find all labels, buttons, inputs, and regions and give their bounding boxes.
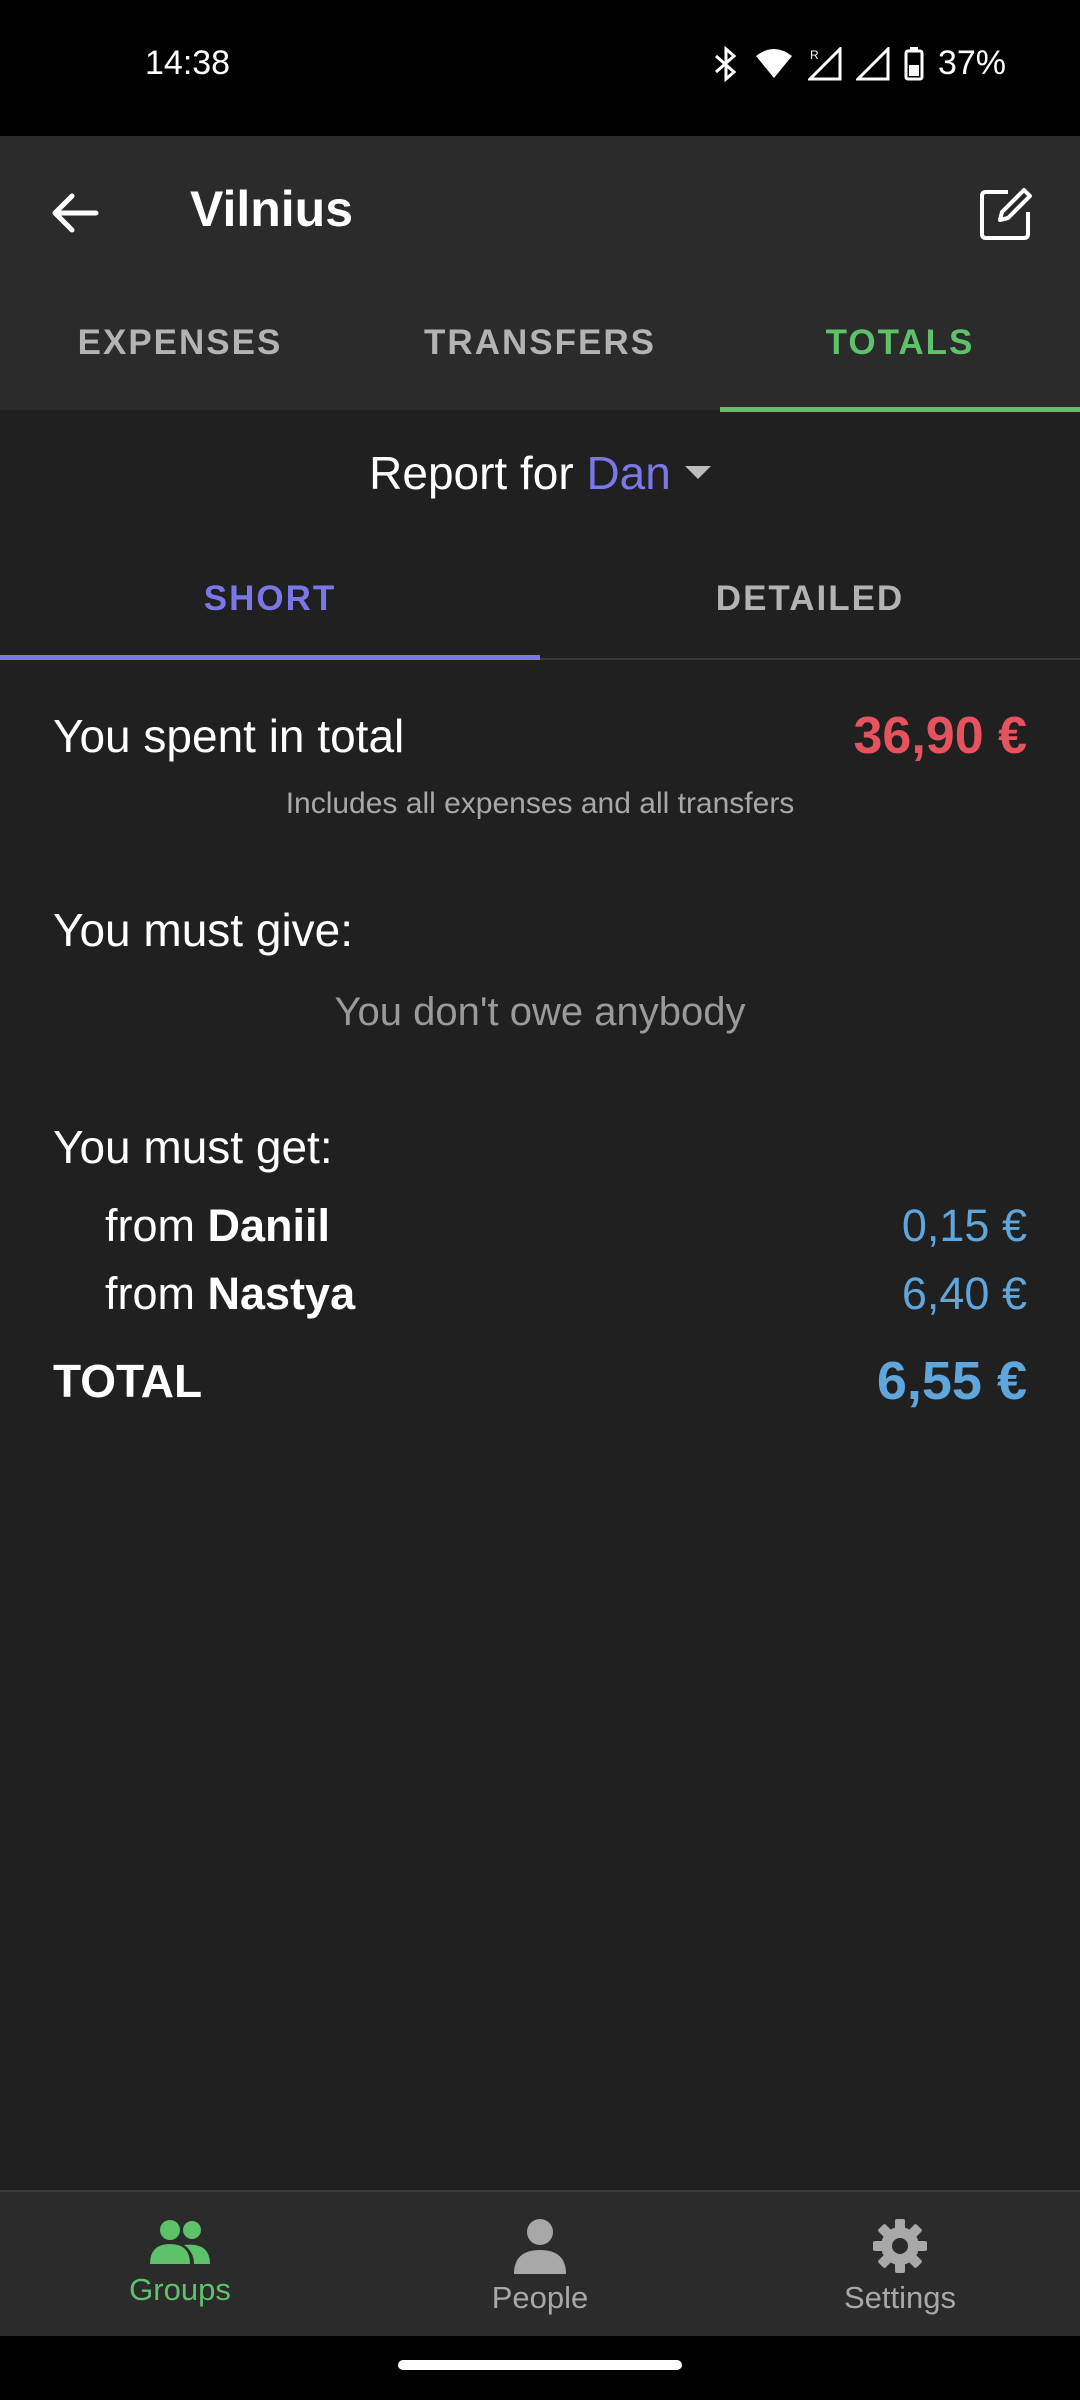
home-gesture-handle[interactable] (398, 2360, 682, 2370)
edit-button[interactable] (968, 176, 1044, 252)
nav-settings-label: Settings (843, 2280, 956, 2315)
tab-expenses[interactable]: EXPENSES (0, 274, 360, 412)
status-bar: 14:38 R 37% (0, 0, 1080, 136)
debtor-name: Daniil (207, 1200, 331, 1251)
debtor-prefix: from (105, 1268, 195, 1319)
gear-icon (873, 2219, 927, 2273)
debt-amount: 6,40 € (901, 1268, 1027, 1319)
tab-totals[interactable]: TOTALS (720, 274, 1080, 412)
debtor-name: Nastya (207, 1268, 356, 1319)
debt-row: from Daniil 0,15 € (105, 1200, 1027, 1252)
status-icons: R 37% (712, 44, 1006, 83)
total-value: 6,55 € (876, 1351, 1027, 1411)
person-icon (514, 2219, 566, 2274)
signal-roaming-icon: R (807, 46, 842, 81)
nav-groups[interactable]: Groups (0, 2192, 360, 2338)
spent-hint: Includes all expenses and all transfers (285, 787, 795, 820)
page-title: Vilnius (190, 181, 354, 237)
nav-people-label: People (491, 2280, 589, 2315)
total-row: TOTAL 6,55 € (53, 1350, 1027, 1412)
debtor: from Daniil (105, 1200, 330, 1252)
gesture-bar (0, 2336, 1080, 2400)
get-title: You must get: (53, 1121, 333, 1173)
nav-groups-label: Groups (129, 2272, 231, 2307)
give-empty-note: You don't owe anybody (334, 990, 746, 1034)
nav-settings[interactable]: Settings (720, 2192, 1080, 2338)
arrow-left-icon (52, 193, 99, 233)
report-person: Dan (586, 447, 671, 499)
signal-icon (855, 46, 890, 81)
debt-amount: 0,15 € (901, 1200, 1027, 1251)
total-label: TOTAL (53, 1355, 203, 1407)
bottom-nav: Groups People Settings (0, 2190, 1080, 2338)
debtor: from Nastya (105, 1268, 355, 1320)
spent-value: 36,90 € (853, 707, 1028, 765)
debtor-prefix: from (105, 1200, 195, 1251)
dropdown-caret-icon (684, 466, 711, 480)
tab-transfers[interactable]: TRANSFERS (360, 274, 720, 412)
give-title: You must give: (53, 904, 354, 956)
back-button[interactable] (40, 178, 110, 248)
groups-icon (150, 2220, 210, 2264)
report-mode-tabs: SHORT DETAILED (0, 540, 1080, 660)
wifi-icon (754, 48, 794, 80)
spent-row: You spent in total 36,90 € (53, 706, 1027, 766)
report-prefix: Report for (369, 447, 574, 499)
nav-people[interactable]: People (360, 2192, 720, 2338)
bluetooth-icon (712, 45, 740, 82)
spent-label: You spent in total (53, 710, 405, 762)
report-person-selector[interactable]: Report for Dan (0, 446, 1080, 500)
main-tabs: EXPENSES TRANSFERS TOTALS (0, 274, 1080, 412)
battery-icon (904, 46, 924, 81)
debt-row: from Nastya 6,40 € (105, 1268, 1027, 1320)
battery-percent: 37% (937, 44, 1006, 82)
edit-icon (980, 188, 1032, 240)
tab-detailed[interactable]: DETAILED (540, 540, 1080, 658)
svg-text:R: R (810, 48, 819, 62)
tab-short[interactable]: SHORT (0, 540, 540, 660)
status-time: 14:38 (145, 44, 231, 82)
